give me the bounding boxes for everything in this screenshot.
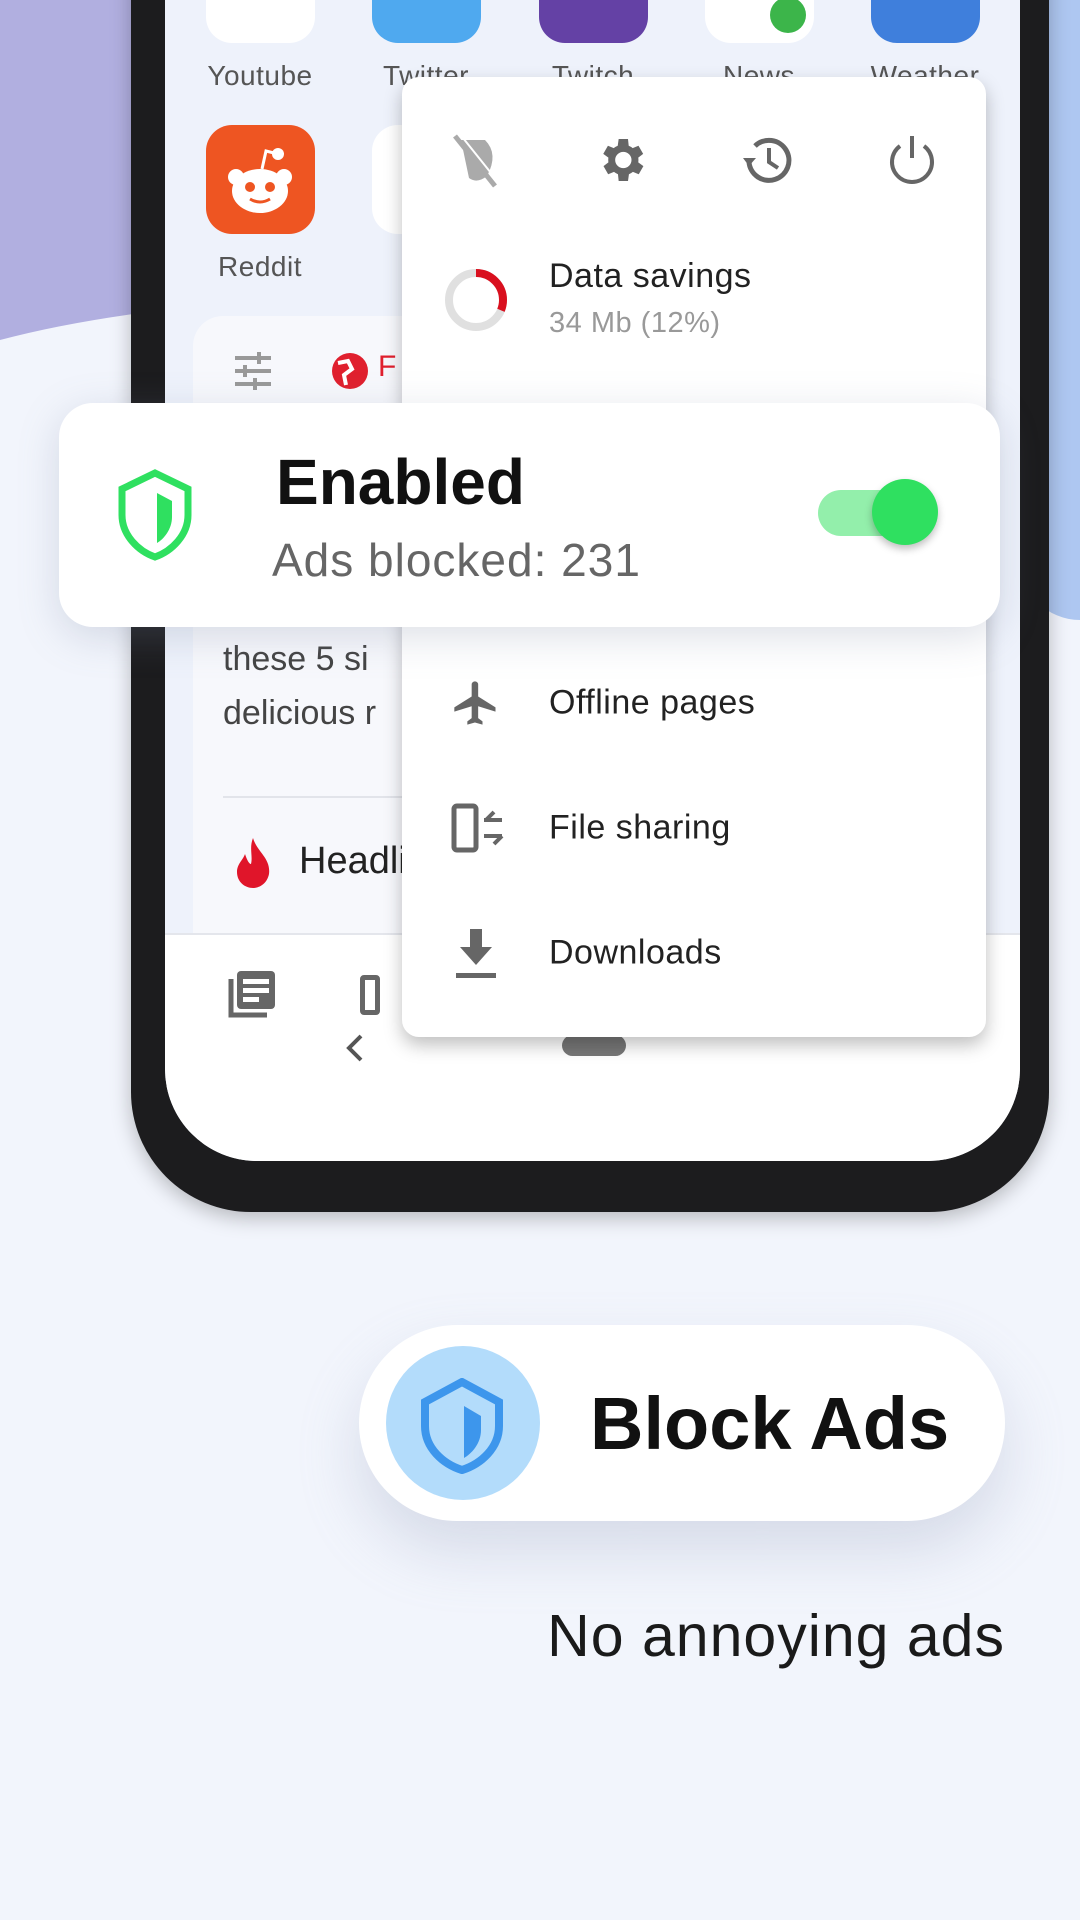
settings-icon[interactable] [593, 132, 649, 188]
app-news[interactable] [705, 0, 814, 43]
airplane-icon [454, 681, 496, 725]
shield-icon [421, 1378, 503, 1474]
menu-item-downloads[interactable]: Downloads [402, 903, 986, 1003]
download-icon [456, 929, 496, 978]
flame-icon [237, 838, 270, 888]
block-ads-badge: Block Ads [359, 1325, 1005, 1521]
article-line: delicious r [223, 694, 377, 732]
shield-circle [386, 1346, 540, 1500]
ads-blocked-count: Ads blocked: 231 [272, 534, 641, 586]
data-savings-ring [445, 269, 507, 331]
promo-subtitle: No annoying ads [547, 1603, 1005, 1669]
app-label: Reddit [218, 251, 302, 282]
reddit-icon [228, 148, 292, 213]
app-youtube[interactable] [206, 0, 315, 43]
data-savings-value: 34 Mb (12%) [549, 307, 721, 339]
article-snippet[interactable]: these 5 si delicious r [223, 632, 376, 740]
history-icon[interactable] [739, 132, 795, 188]
shield-icon [118, 469, 192, 561]
file-sharing-icon [451, 803, 504, 853]
headlines-label[interactable]: Headli [299, 840, 407, 883]
app-weather[interactable] [871, 0, 980, 43]
menu-item-offline-pages[interactable]: Offline pages [402, 653, 986, 753]
menu-item-label: File sharing [549, 808, 731, 847]
globe-icon [332, 353, 368, 389]
menu-item-file-sharing[interactable]: File sharing [402, 778, 986, 878]
app-reddit[interactable] [206, 125, 315, 234]
toggle-knob [872, 479, 938, 545]
ad-block-status-card: Enabled Ads blocked: 231 [59, 403, 1000, 627]
ad-block-status: Enabled [276, 446, 525, 518]
tabs-icon[interactable] [360, 975, 380, 1015]
ad-block-toggle[interactable] [818, 479, 938, 545]
app-twitch[interactable] [539, 0, 648, 43]
data-savings-item[interactable]: Data savings 34 Mb (12%) [402, 247, 986, 352]
filter-icon[interactable] [233, 352, 273, 390]
article-line: these 5 si [223, 640, 369, 678]
app-label: Youtube [207, 60, 313, 91]
ad-block-off-icon[interactable] [447, 132, 503, 188]
back-nav-icon[interactable] [343, 1033, 367, 1063]
menu-item-label: Offline pages [549, 683, 756, 722]
power-icon[interactable] [884, 132, 940, 188]
block-ads-title: Block Ads [590, 1382, 950, 1465]
app-twitter[interactable] [372, 0, 481, 43]
news-icon[interactable] [227, 969, 277, 1019]
menu-item-label: Downloads [549, 933, 722, 972]
data-savings-title: Data savings [549, 257, 752, 295]
feed-tab[interactable]: F [378, 350, 396, 384]
home-pill[interactable] [562, 1035, 626, 1056]
